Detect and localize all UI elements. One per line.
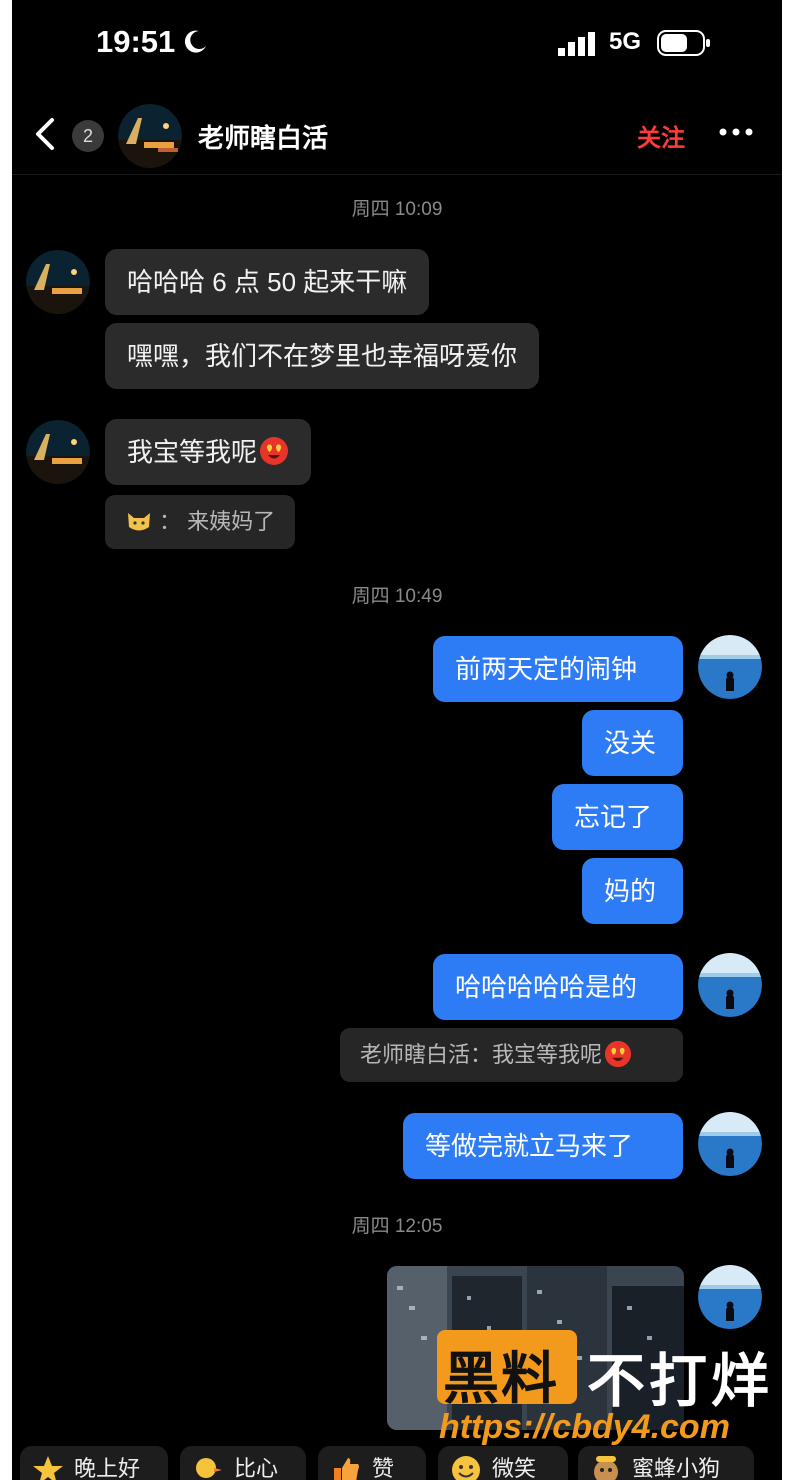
unread-count-badge: 2 — [72, 120, 104, 152]
watermark-part1: 黑料 — [443, 1347, 559, 1410]
status-bar: 19:51 5G — [12, 0, 782, 90]
incoming-message[interactable]: 嘿嘿，我们不在梦里也幸福呀爱你 — [105, 323, 540, 389]
moon-icon — [184, 30, 206, 53]
watermark-url: https://cbdy4.com — [439, 1408, 730, 1446]
signal-icon — [558, 32, 595, 56]
quick-reply-chip[interactable]: 晚上好 — [20, 1446, 168, 1480]
quick-reply-chip[interactable]: 微笑 — [438, 1446, 568, 1480]
network-type: 5G — [609, 28, 642, 55]
quick-reply-chip[interactable]: 蜜蜂小狗 — [578, 1446, 754, 1480]
timestamp: 周四 10:49 — [351, 586, 443, 607]
follow-button[interactable]: 关注 — [637, 118, 685, 153]
outgoing-message[interactable]: 前两天定的闹钟 — [433, 636, 683, 702]
quick-reply-bar: 晚上好 比心 赞 微笑 蜜蜂小狗 — [12, 1446, 782, 1480]
message-text: 我宝等我呢 — [127, 437, 258, 467]
timestamp: 周四 12:05 — [351, 1216, 443, 1237]
reply-quote[interactable]: ： 来姨妈了 — [105, 495, 296, 549]
my-avatar[interactable] — [698, 1265, 762, 1329]
my-avatar[interactable] — [698, 635, 762, 699]
outgoing-message[interactable]: 妈的 — [582, 858, 683, 924]
watermark-part2: 不打烊 — [587, 1349, 774, 1414]
incoming-message[interactable]: 哈哈哈 6 点 50 起来干嘛 — [105, 249, 430, 315]
contact-avatar[interactable] — [26, 250, 90, 314]
chevron-left-icon[interactable] — [32, 116, 58, 152]
outgoing-message[interactable]: 等做完就立马来了 — [403, 1113, 683, 1179]
heart-eyes-emoji-icon — [604, 1041, 632, 1068]
quick-reply-chip[interactable]: 比心 — [180, 1446, 306, 1480]
smile-face-icon — [452, 1456, 480, 1480]
contact-avatar[interactable] — [118, 104, 182, 168]
incoming-message[interactable]: 我宝等我呢 — [105, 419, 312, 485]
heart-eyes-emoji-icon — [260, 437, 289, 466]
cat-emoji-icon — [128, 513, 150, 531]
watermark: 黑料 不打烊 https://cbdy4.com — [437, 1330, 777, 1450]
contact-avatar[interactable] — [26, 420, 90, 484]
quick-reply-chip[interactable]: 赞 — [318, 1446, 426, 1480]
chat-header: 2 老师瞎白活 关注 — [12, 96, 782, 175]
outgoing-message[interactable]: 哈哈哈哈哈是的 — [433, 954, 683, 1020]
quote-text: 老师瞎白活：我宝等我呢 — [360, 1042, 603, 1067]
battery-icon — [657, 30, 710, 56]
chat-screen: 19:51 5G 2 老师瞎白活 关注 周四 10:09 哈哈哈 6 点 50 … — [12, 0, 782, 1480]
star-face-icon — [33, 1456, 63, 1480]
outgoing-message[interactable]: 没关 — [582, 710, 683, 776]
reply-text: 来姨妈了 — [187, 509, 276, 534]
reply-quote[interactable]: 老师瞎白活：我宝等我呢 — [340, 1028, 683, 1082]
my-avatar[interactable] — [698, 953, 762, 1017]
my-avatar[interactable] — [698, 1112, 762, 1176]
thumbs-up-icon — [334, 1458, 359, 1480]
timestamp: 周四 10:09 — [351, 199, 443, 220]
bee-dog-icon — [594, 1456, 618, 1480]
duck-heart-icon — [196, 1458, 222, 1478]
status-time: 19:51 — [96, 24, 176, 59]
contact-name: 老师瞎白活 — [198, 123, 329, 153]
more-dots-icon[interactable] — [718, 124, 754, 140]
outgoing-message[interactable]: 忘记了 — [552, 784, 683, 850]
